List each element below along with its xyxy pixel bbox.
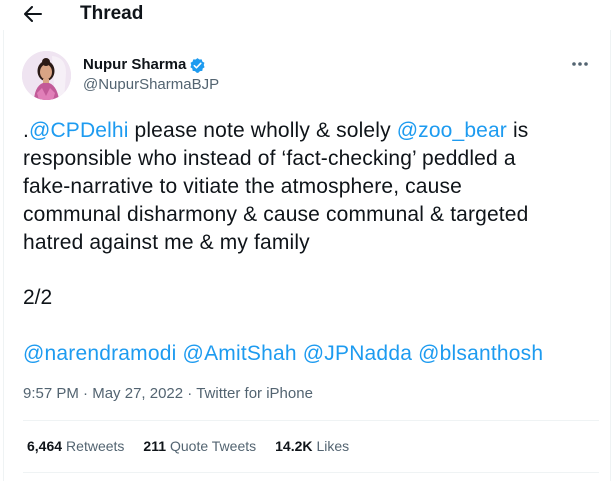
retweets-label: Retweets (66, 438, 125, 454)
retweets-count: 6,464 (27, 438, 63, 454)
mention-jpnadda[interactable]: @JPNadda (303, 342, 412, 365)
mention-amitshah[interactable]: @AmitShah (183, 342, 297, 365)
avatar[interactable] (22, 51, 71, 100)
profile-photo (22, 51, 71, 100)
mention-narendramodi[interactable]: @narendramodi (23, 342, 177, 365)
divider (23, 420, 599, 421)
thread-count: 2/2 (23, 286, 53, 309)
quote-tweets-count: 211 (143, 438, 166, 454)
author-name-row: Nupur Sharma (83, 56, 206, 74)
meta-separator: · (187, 385, 193, 402)
quote-tweets-label: Quote Tweets (170, 438, 257, 454)
tweet-line-4: communal disharmony & cause communal & t… (23, 203, 529, 226)
tweet-time[interactable]: 9:57 PM (23, 385, 79, 402)
more-button[interactable] (568, 54, 592, 74)
back-button[interactable] (20, 2, 46, 26)
right-column-border (610, 0, 611, 481)
mention-blsanthosh[interactable]: @blsanthosh (418, 342, 543, 365)
divider (23, 472, 599, 473)
tweet-line-3: fake-narrative to vitiate the atmosphere… (23, 175, 462, 198)
arrow-left-icon (24, 6, 42, 22)
mention-zoo-bear[interactable]: @zoo_bear (397, 119, 507, 142)
likes-count: 14.2K (275, 438, 313, 454)
tweet-text: .@CPDelhi please note wholly & solely @z… (23, 117, 583, 257)
tweet-text-segment: is (506, 119, 529, 142)
page-title: Thread (80, 3, 144, 24)
tweet-meta: 9:57 PM · May 27, 2022 · Twitter for iPh… (23, 384, 313, 404)
author-handle[interactable]: @NupurSharmaBJP (83, 76, 219, 94)
likes-stat[interactable]: 14.2K Likes (275, 436, 349, 456)
left-column-border (3, 0, 4, 481)
tweet-date[interactable]: May 27, 2022 (92, 385, 183, 402)
tweet-line-1: .@CPDelhi please note wholly & solely @z… (23, 117, 583, 145)
retweets-stat[interactable]: 6,464 Retweets (27, 436, 124, 456)
tweet-text-segment: please note wholly & solely (128, 119, 397, 142)
meta-separator: · (83, 385, 89, 402)
likes-label: Likes (316, 438, 350, 454)
tweet-source[interactable]: Twitter for iPhone (196, 385, 313, 402)
tweet-line-2: responsible who instead of ‘fact-checkin… (23, 147, 516, 170)
author-name[interactable]: Nupur Sharma (83, 56, 186, 74)
verified-badge-icon (190, 57, 205, 73)
tweet-stats: 6,464 Retweets 211 Quote Tweets 14.2K Likes (27, 436, 368, 456)
mention-cpdelhi[interactable]: @CPDelhi (29, 119, 129, 142)
tweet-mentions: @narendramodi @AmitShah @JPNadda @blsant… (23, 340, 543, 368)
more-horizontal-icon (572, 62, 588, 66)
quote-tweets-stat[interactable]: 211 Quote Tweets (143, 436, 256, 456)
thread-header: Thread (0, 0, 614, 30)
tweet-line-5: hatred against me & my family (23, 231, 310, 254)
